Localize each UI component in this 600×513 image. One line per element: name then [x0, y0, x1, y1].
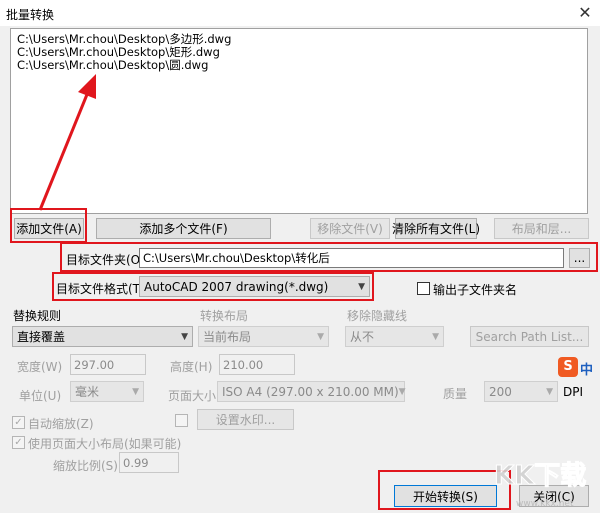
- remove-file-button[interactable]: 移除文件(V): [310, 218, 390, 239]
- page-size-label: 页面大小: [168, 389, 217, 403]
- chevron-down-icon: ▼: [358, 281, 365, 292]
- convert-layout-value: 当前布局: [203, 330, 252, 344]
- height-input[interactable]: 210.00: [219, 354, 295, 375]
- browse-button[interactable]: ...: [569, 248, 590, 268]
- search-path-button[interactable]: Search Path List...: [470, 326, 589, 347]
- use-page-layout-label: 使用页面大小布局(如果可能): [28, 437, 182, 451]
- file-list[interactable]: C:\Users\Mr.chou\Desktop\多边形.dwg C:\User…: [10, 28, 588, 214]
- replace-rule-select[interactable]: 直接覆盖 ▼: [12, 326, 193, 347]
- width-input[interactable]: 297.00: [70, 354, 146, 375]
- chevron-down-icon: ▼: [398, 386, 406, 397]
- remove-hidden-label: 移除隐藏线: [347, 309, 408, 323]
- add-file-highlight: [10, 208, 87, 243]
- close-icon[interactable]: ✕: [574, 2, 596, 24]
- page-size-value: ISO A4 (297.00 x 210.00 MM): [222, 384, 399, 399]
- auto-zoom-label: 自动缩放(Z): [28, 417, 94, 431]
- chevron-down-icon: ▼: [317, 331, 324, 342]
- target-format-value: AutoCAD 2007 drawing(*.dwg): [144, 279, 329, 294]
- use-page-layout-checkbox[interactable]: ✓: [12, 436, 25, 449]
- chevron-down-icon: ▼: [432, 331, 439, 342]
- output-subfolder-checkbox[interactable]: [417, 282, 430, 295]
- title-bar: 批量转换 ✕: [0, 0, 600, 26]
- target-folder-label: 目标文件夹(O): [66, 253, 145, 267]
- quality-value: 200: [489, 384, 512, 399]
- height-label: 高度(H): [170, 360, 213, 374]
- ime-indicator: S 中: [558, 357, 596, 379]
- chevron-down-icon: ▼: [132, 386, 139, 397]
- sogou-icon: S: [558, 357, 578, 377]
- watermark-text: KK下载: [494, 461, 586, 491]
- convert-layout-select[interactable]: 当前布局 ▼: [198, 326, 329, 347]
- quality-label: 质量: [443, 387, 468, 401]
- replace-rule-label: 替换规则: [13, 309, 62, 323]
- chevron-down-icon: ▼: [546, 386, 553, 397]
- auto-zoom-checkbox[interactable]: ✓: [12, 416, 25, 429]
- ime-mode-label: 中: [580, 363, 594, 378]
- site-watermark: KK下载 www.kkx.net: [494, 461, 587, 510]
- watermark-checkbox[interactable]: [175, 414, 188, 427]
- page-size-select[interactable]: ISO A4 (297.00 x 210.00 MM) ▼: [217, 381, 406, 402]
- scale-label: 缩放比例(S): [53, 459, 118, 473]
- scale-input[interactable]: 0.99: [119, 452, 179, 473]
- remove-hidden-value: 从不: [350, 330, 375, 344]
- target-format-select[interactable]: AutoCAD 2007 drawing(*.dwg) ▼: [139, 276, 370, 297]
- replace-rule-value: 直接覆盖: [17, 330, 66, 344]
- unit-select[interactable]: 毫米 ▼: [70, 381, 144, 402]
- unit-label: 单位(U): [19, 389, 62, 403]
- clear-all-files-button[interactable]: 清除所有文件(L): [392, 218, 480, 239]
- list-item[interactable]: C:\Users\Mr.chou\Desktop\圆.dwg: [17, 59, 581, 72]
- add-multiple-files-button[interactable]: 添加多个文件(F): [96, 218, 271, 239]
- dpi-label: DPI: [563, 385, 584, 399]
- width-label: 宽度(W): [17, 360, 63, 374]
- convert-layout-label: 转换布局: [200, 309, 249, 323]
- start-conversion-button[interactable]: 开始转换(S): [394, 485, 497, 507]
- quality-select[interactable]: 200 ▼: [484, 381, 558, 402]
- target-folder-input[interactable]: C:\Users\Mr.chou\Desktop\转化后: [139, 248, 564, 268]
- output-subfolder-label: 输出子文件夹名: [433, 283, 518, 297]
- set-watermark-button[interactable]: 设置水印...: [197, 409, 294, 430]
- watermark-url: www.kkx.net: [516, 499, 574, 509]
- unit-value: 毫米: [75, 385, 100, 399]
- window-title: 批量转换: [6, 8, 55, 22]
- layout-layers-button[interactable]: 布局和层...: [494, 218, 589, 239]
- remove-hidden-select[interactable]: 从不 ▼: [345, 326, 444, 347]
- chevron-down-icon: ▼: [181, 331, 188, 342]
- target-format-label: 目标文件格式(T): [56, 282, 145, 296]
